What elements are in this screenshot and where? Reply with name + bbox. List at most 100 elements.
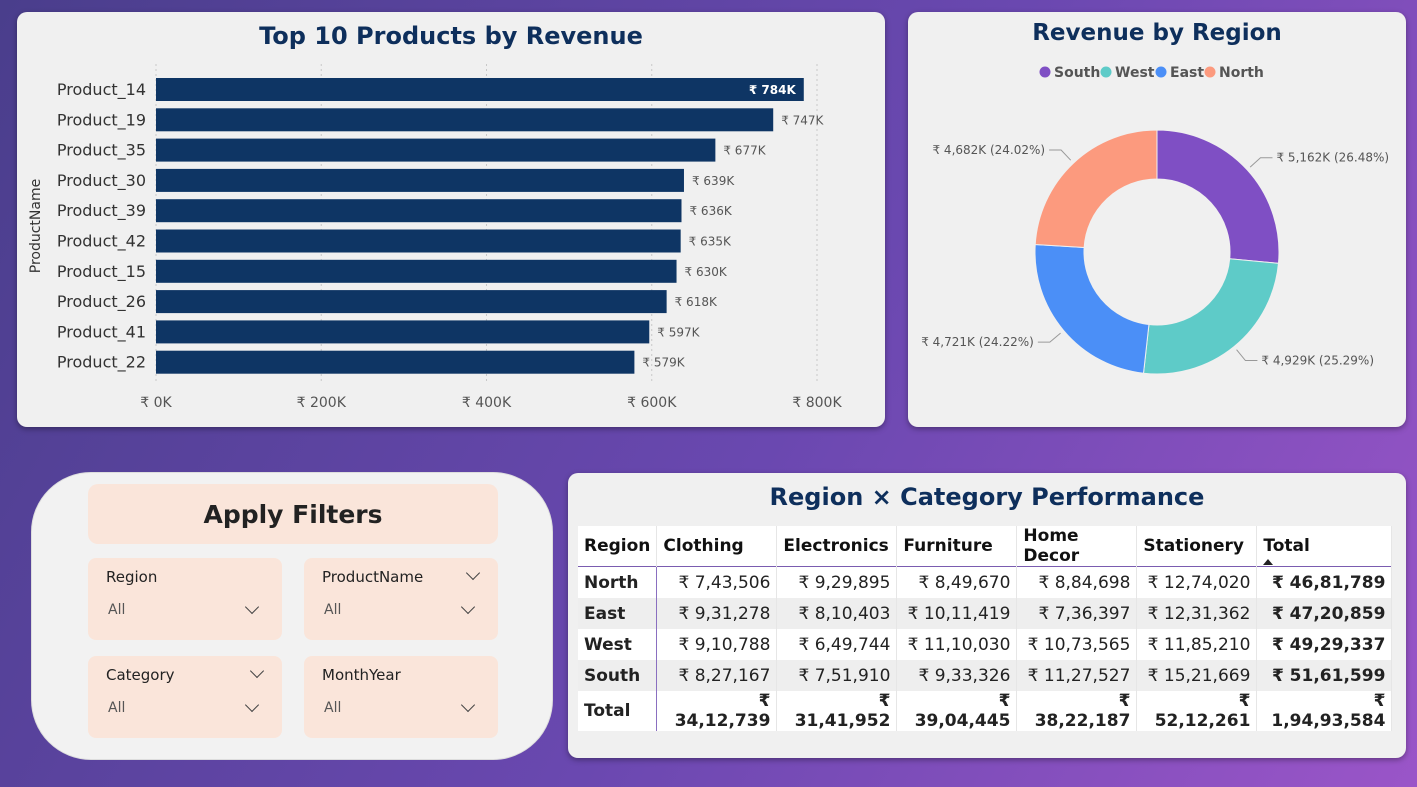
matrix-cell: ₹ 10,11,419 xyxy=(896,598,1018,629)
legend-label: East xyxy=(1170,65,1204,81)
slicer-region-value: All xyxy=(108,602,126,618)
matrix-header-total-label: Total xyxy=(1263,536,1310,556)
matrix-cell: ₹ 1,94,93,584 xyxy=(1256,691,1393,731)
matrix-cell: ₹ 52,12,261 xyxy=(1136,691,1258,731)
y-tick-label: Product_22 xyxy=(57,353,146,373)
matrix-cell: ₹ 8,49,670 xyxy=(896,566,1018,598)
matrix-cell: ₹ 46,81,789 xyxy=(1256,566,1393,598)
matrix-cell: ₹ 47,20,859 xyxy=(1256,598,1393,629)
data-label: ₹ 579K xyxy=(642,356,685,370)
matrix-cell: ₹ 7,51,910 xyxy=(776,660,898,691)
data-label: ₹ 677K xyxy=(723,144,766,158)
matrix-cell: ₹ 51,61,599 xyxy=(1256,660,1393,691)
bar xyxy=(156,320,650,344)
slicer-category[interactable]: Category All xyxy=(88,656,282,738)
matrix-row: South ₹ 8,27,167 ₹ 7,51,910 ₹ 9,33,326 ₹ 11,… xyxy=(578,660,1393,691)
slicer-productname-label: ProductName xyxy=(322,568,424,586)
matrix-cell: ₹ 38,22,187 xyxy=(1016,691,1138,731)
matrix-row-label: Total xyxy=(578,691,658,731)
sort-asc-icon[interactable] xyxy=(1263,559,1274,565)
leader-line xyxy=(1249,157,1273,168)
x-tick-label: ₹ 600K xyxy=(627,395,677,411)
data-label: ₹ 784K xyxy=(749,83,797,97)
y-tick-label: Product_35 xyxy=(57,141,146,161)
chevron-down-icon[interactable] xyxy=(460,697,476,713)
chevron-down-icon[interactable] xyxy=(465,565,481,581)
matrix-header-electronics[interactable]: Electronics xyxy=(776,526,898,567)
x-tick-label: ₹ 400K xyxy=(462,395,512,411)
y-tick-label: Product_39 xyxy=(57,201,146,221)
donut-chart-card: Revenue by Region South West East North ₹ 5,… xyxy=(908,12,1406,427)
slicer-category-label: Category xyxy=(106,666,175,684)
matrix-cell: ₹ 15,21,669 xyxy=(1136,660,1258,691)
legend-label: North xyxy=(1219,65,1264,81)
bar xyxy=(156,168,684,192)
donut-chart: South West East North ₹ 5,162K (26.48%) ₹ 4,9… xyxy=(921,65,1389,375)
matrix-cell: ₹ 31,41,952 xyxy=(776,691,898,731)
bar xyxy=(156,290,667,314)
data-label: ₹ 747K xyxy=(781,113,824,127)
matrix-cell: ₹ 8,10,403 xyxy=(776,598,898,629)
y-tick-label: Product_42 xyxy=(57,232,146,252)
matrix-cell: ₹ 12,74,020 xyxy=(1136,566,1258,598)
data-label: ₹ 635K xyxy=(689,235,732,249)
matrix-cell: ₹ 7,43,506 xyxy=(656,566,778,598)
donut-slice xyxy=(1142,258,1280,375)
donut-slice xyxy=(1034,129,1158,249)
y-tick-label: Product_30 xyxy=(57,171,146,191)
leader-line xyxy=(1236,349,1258,362)
bar xyxy=(156,350,635,374)
matrix-header-clothing[interactable]: Clothing xyxy=(656,526,778,567)
slicer-monthyear-label: MonthYear xyxy=(322,666,401,684)
matrix-header-home-decor[interactable]: Home Decor xyxy=(1016,526,1138,567)
matrix-header-furniture[interactable]: Furniture xyxy=(896,526,1018,567)
leader-line xyxy=(1037,332,1061,343)
chevron-down-icon[interactable] xyxy=(249,663,265,679)
slicer-region[interactable]: Region All xyxy=(88,558,282,640)
y-tick-label: Product_26 xyxy=(57,292,146,312)
slicer-monthyear-value: All xyxy=(324,700,342,716)
y-axis-label: ProductName xyxy=(28,179,44,273)
region-category-matrix: Region Clothing Electronics Furniture Ho… xyxy=(578,526,1393,731)
matrix-cell: ₹ 8,27,167 xyxy=(656,660,778,691)
matrix-cell: ₹ 34,12,739 xyxy=(656,691,778,731)
data-label: ₹ 4,682K (24.02%) xyxy=(932,143,1045,157)
data-label: ₹ 4,721K (24.22%) xyxy=(921,335,1034,349)
chevron-down-icon[interactable] xyxy=(244,599,260,615)
slicer-productname[interactable]: ProductName All xyxy=(304,558,498,640)
matrix-cell: ₹ 8,84,698 xyxy=(1016,566,1138,598)
y-tick-label: Product_19 xyxy=(57,110,146,130)
bar xyxy=(156,199,682,223)
data-label: ₹ 5,162K (26.48%) xyxy=(1276,151,1389,165)
matrix-cell: ₹ 9,10,788 xyxy=(656,629,778,660)
matrix-row-label: South xyxy=(578,660,658,691)
matrix-cell: ₹ 9,33,326 xyxy=(896,660,1018,691)
chevron-down-icon[interactable] xyxy=(460,599,476,615)
matrix-header-stationery[interactable]: Stationery xyxy=(1136,526,1258,567)
y-tick-label: Product_15 xyxy=(57,262,146,282)
matrix-cell: ₹ 39,04,445 xyxy=(896,691,1018,731)
slicer-monthyear[interactable]: MonthYear All xyxy=(304,656,498,738)
matrix-cell: ₹ 11,10,030 xyxy=(896,629,1018,660)
donut-slice xyxy=(1156,129,1280,264)
matrix-header-total[interactable]: Total xyxy=(1256,526,1393,567)
matrix-row: North ₹ 7,43,506 ₹ 9,29,895 ₹ 8,49,670 ₹ 8,8… xyxy=(578,566,1393,598)
data-label: ₹ 639K xyxy=(692,174,735,188)
matrix-row: West ₹ 9,10,788 ₹ 6,49,744 ₹ 11,10,030 ₹ 10,… xyxy=(578,629,1393,660)
matrix-cell: ₹ 49,29,337 xyxy=(1256,629,1393,660)
legend-marker xyxy=(1155,66,1167,78)
matrix-row: East ₹ 9,31,278 ₹ 8,10,403 ₹ 10,11,419 ₹ 7,3… xyxy=(578,598,1393,629)
y-tick-label: Product_14 xyxy=(57,80,146,100)
matrix-cell: ₹ 11,27,527 xyxy=(1016,660,1138,691)
apply-filters-heading: Apply Filters xyxy=(88,484,498,544)
chevron-down-icon[interactable] xyxy=(244,697,260,713)
y-tick-label: Product_41 xyxy=(57,322,146,342)
x-tick-label: ₹ 0K xyxy=(140,395,172,411)
x-tick-label: ₹ 200K xyxy=(297,395,347,411)
matrix-cell: ₹ 12,31,362 xyxy=(1136,598,1258,629)
matrix-header-region[interactable]: Region xyxy=(578,526,658,567)
data-label: ₹ 4,929K (25.29%) xyxy=(1261,354,1374,368)
bar-chart: ₹ 0K ₹ 200K ₹ 400K ₹ 600K ₹ 800K ProductName P… xyxy=(28,64,842,411)
matrix-cell: ₹ 7,36,397 xyxy=(1016,598,1138,629)
data-label: ₹ 636K xyxy=(689,204,732,218)
